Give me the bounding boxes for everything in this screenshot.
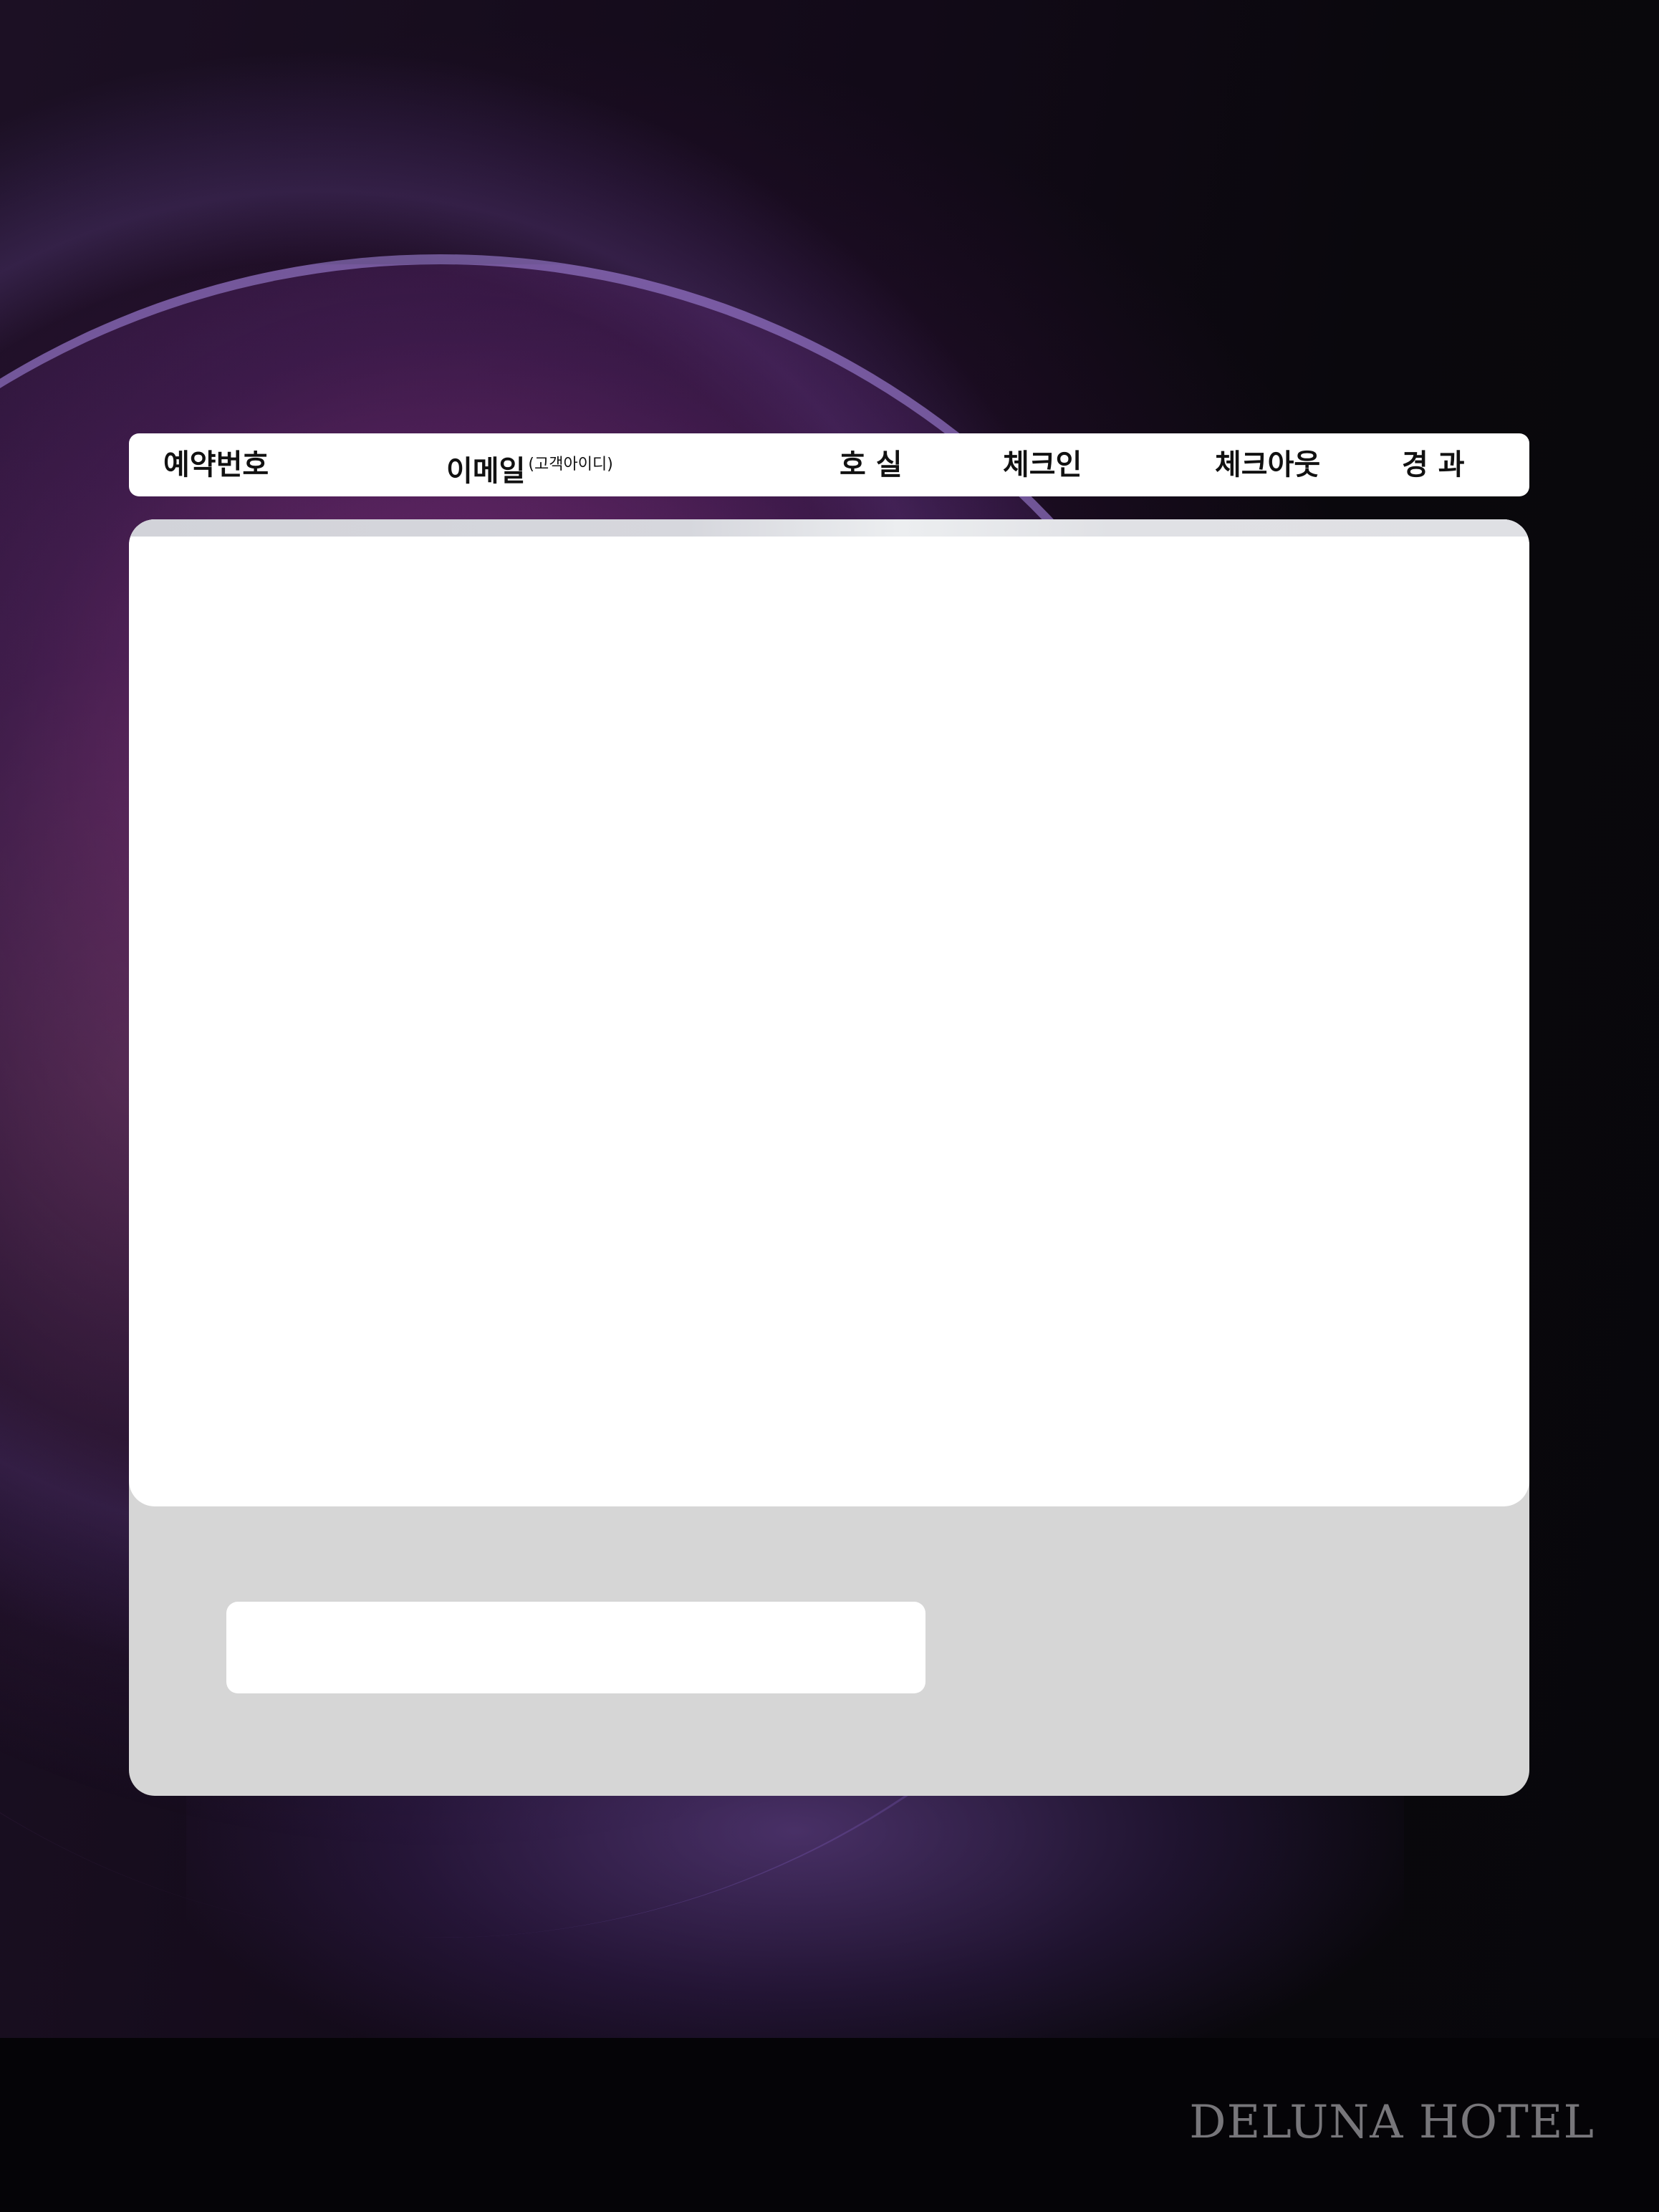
header-room: 호 실 <box>840 448 903 481</box>
reservation-panel <box>129 519 1529 1796</box>
header-checkout: 체크아웃 <box>1215 448 1321 481</box>
reservation-list-top-edge <box>129 519 1529 537</box>
header-email-note: (고객아이디) <box>528 456 613 473</box>
header-reservation-number: 예약번호 <box>163 448 269 481</box>
header-result: 경 과 <box>1402 448 1465 481</box>
header-email: 이메일 (고객아이디) <box>446 433 613 496</box>
reservation-list[interactable] <box>129 519 1529 1506</box>
hotel-logo-text: DELUNA HOTEL <box>1189 2096 1595 2149</box>
search-input[interactable] <box>226 1602 925 1693</box>
header-checkin: 체크인 <box>1003 448 1082 481</box>
table-header: 예약번호 이메일 (고객아이디) 호 실 체크인 체크아웃 경 과 <box>129 433 1529 496</box>
header-email-label: 이메일 <box>446 455 526 488</box>
